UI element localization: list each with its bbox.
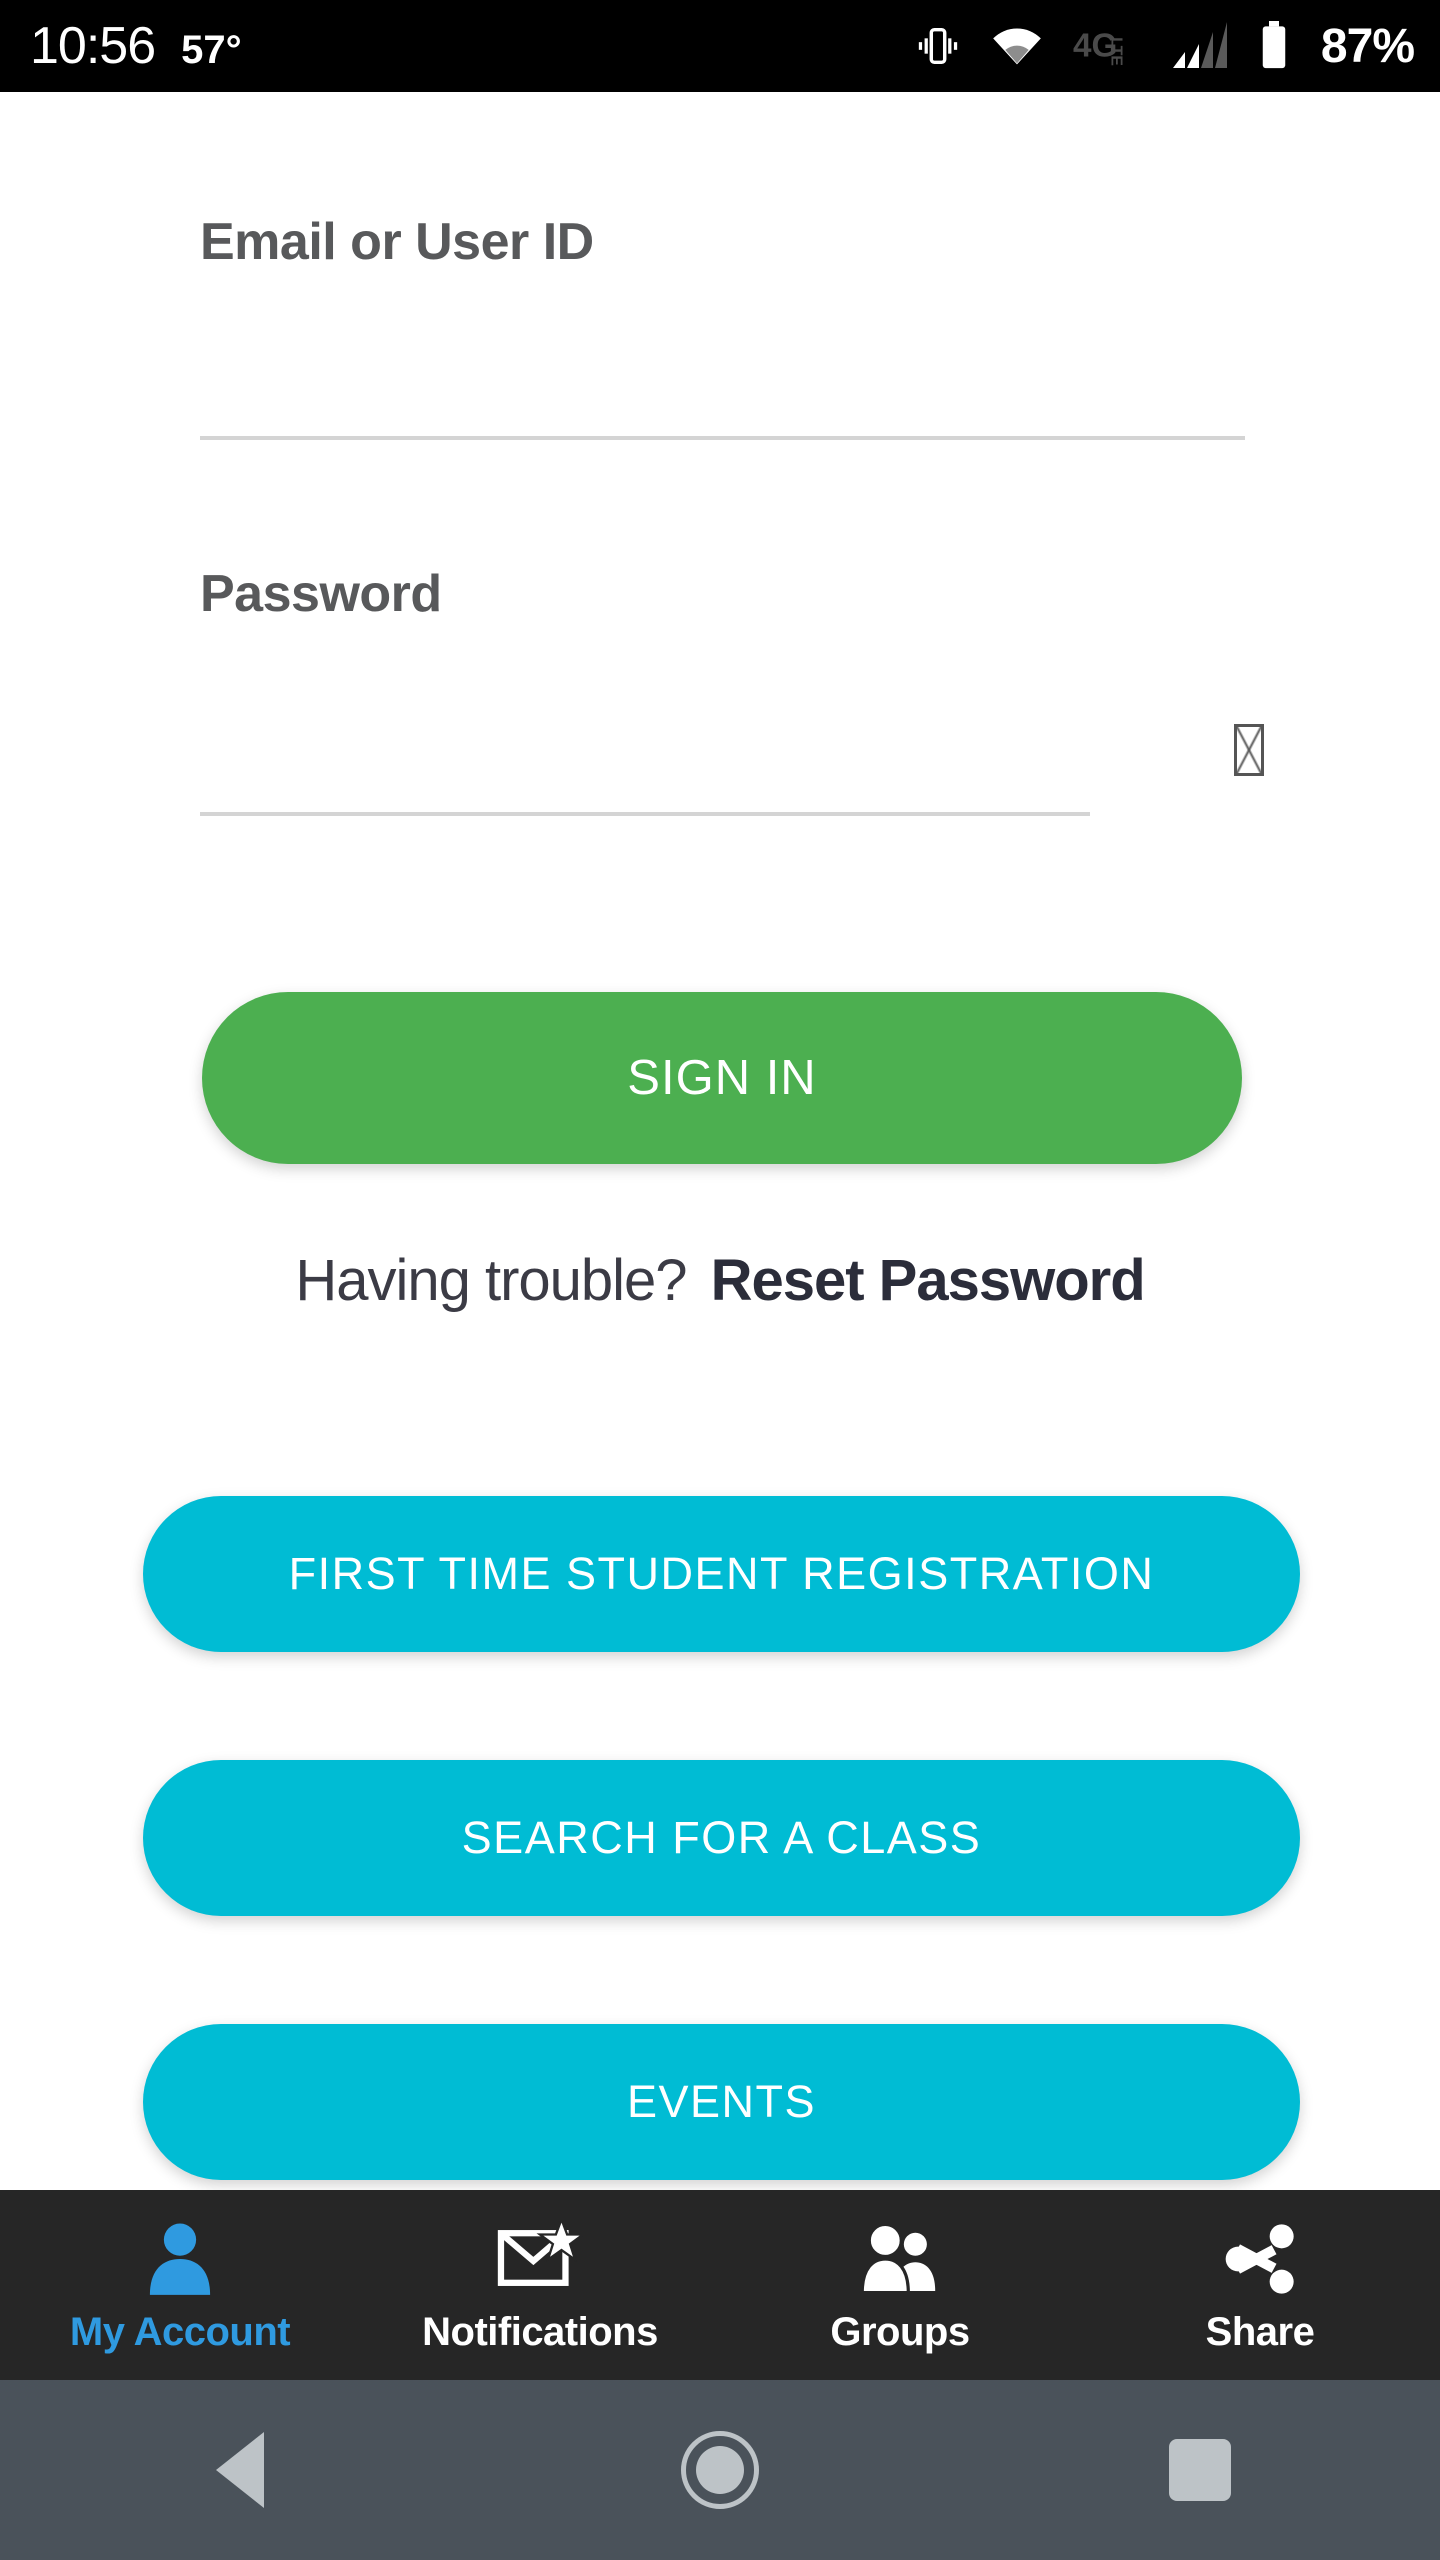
signal-bars-icon: [1172, 22, 1227, 70]
nav-item-groups[interactable]: Groups: [720, 2190, 1080, 2380]
status-bar-right: 4G LTE 87%: [915, 19, 1415, 74]
events-button[interactable]: EVENTS: [143, 2024, 1300, 2180]
person-icon: [137, 2216, 223, 2302]
reset-password-link[interactable]: Reset Password: [711, 1247, 1146, 1314]
vibrate-icon: [915, 23, 961, 69]
password-input[interactable]: [0, 696, 1440, 816]
password-field-group: Password: [0, 564, 1440, 816]
system-navigation-bar: [0, 2380, 1440, 2560]
nav-item-my-account[interactable]: My Account: [0, 2190, 360, 2380]
battery-icon: [1257, 21, 1291, 71]
system-home-button[interactable]: [480, 2431, 960, 2509]
phone-screen: 10:56 57° 4G LTE 87% Email or User ID Pa…: [0, 0, 1440, 2560]
trouble-row: Having trouble? Reset Password: [0, 1247, 1440, 1314]
status-bar-clock: 10:56: [30, 17, 156, 75]
sign-in-button[interactable]: SIGN IN: [202, 992, 1242, 1164]
wifi-icon: [991, 24, 1043, 68]
password-field-label: Password: [200, 565, 442, 623]
email-input-underline: [200, 436, 1245, 440]
bottom-navigation-bar: My Account Notifications Groups Share: [0, 2190, 1440, 2380]
battery-percentage: 87%: [1320, 19, 1415, 73]
circle-home-icon: [681, 2431, 759, 2509]
first-time-student-registration-button[interactable]: FIRST TIME STUDENT REGISTRATION: [143, 1496, 1300, 1652]
nav-item-notifications[interactable]: Notifications: [360, 2190, 720, 2380]
password-input-underline: [200, 812, 1090, 816]
login-screen-content: Email or User ID Password SIGN IN Having…: [0, 92, 1440, 2190]
status-bar-temperature: 57°: [181, 28, 242, 72]
home-dot: [696, 2446, 744, 2494]
email-field-label: Email or User ID: [200, 213, 594, 271]
nav-label-notifications: Notifications: [422, 2309, 658, 2354]
nav-label-share: Share: [1205, 2309, 1315, 2354]
square-recents-icon: [1169, 2439, 1231, 2501]
triangle-back-icon: [216, 2432, 264, 2508]
email-field-group: Email or User ID: [0, 212, 1440, 440]
search-for-a-class-button[interactable]: SEARCH FOR A CLASS: [143, 1760, 1300, 1916]
status-bar-left: 10:56 57°: [30, 20, 242, 72]
nav-label-groups: Groups: [830, 2309, 970, 2354]
email-input[interactable]: [0, 344, 1440, 440]
trouble-text: Having trouble?: [295, 1248, 687, 1313]
svg-text:LTE: LTE: [1107, 37, 1124, 66]
envelope-star-icon: [497, 2216, 583, 2302]
system-recents-button[interactable]: [960, 2439, 1440, 2501]
system-back-button[interactable]: [0, 2432, 480, 2508]
nav-item-share[interactable]: Share: [1080, 2190, 1440, 2380]
share-icon: [1217, 2216, 1303, 2302]
people-icon: [852, 2216, 948, 2302]
show-password-icon[interactable]: [1234, 724, 1264, 776]
nav-label-my-account: My Account: [69, 2309, 291, 2354]
status-bar: 10:56 57° 4G LTE 87%: [0, 0, 1440, 92]
4g-lte-icon: 4G LTE: [1073, 24, 1143, 68]
